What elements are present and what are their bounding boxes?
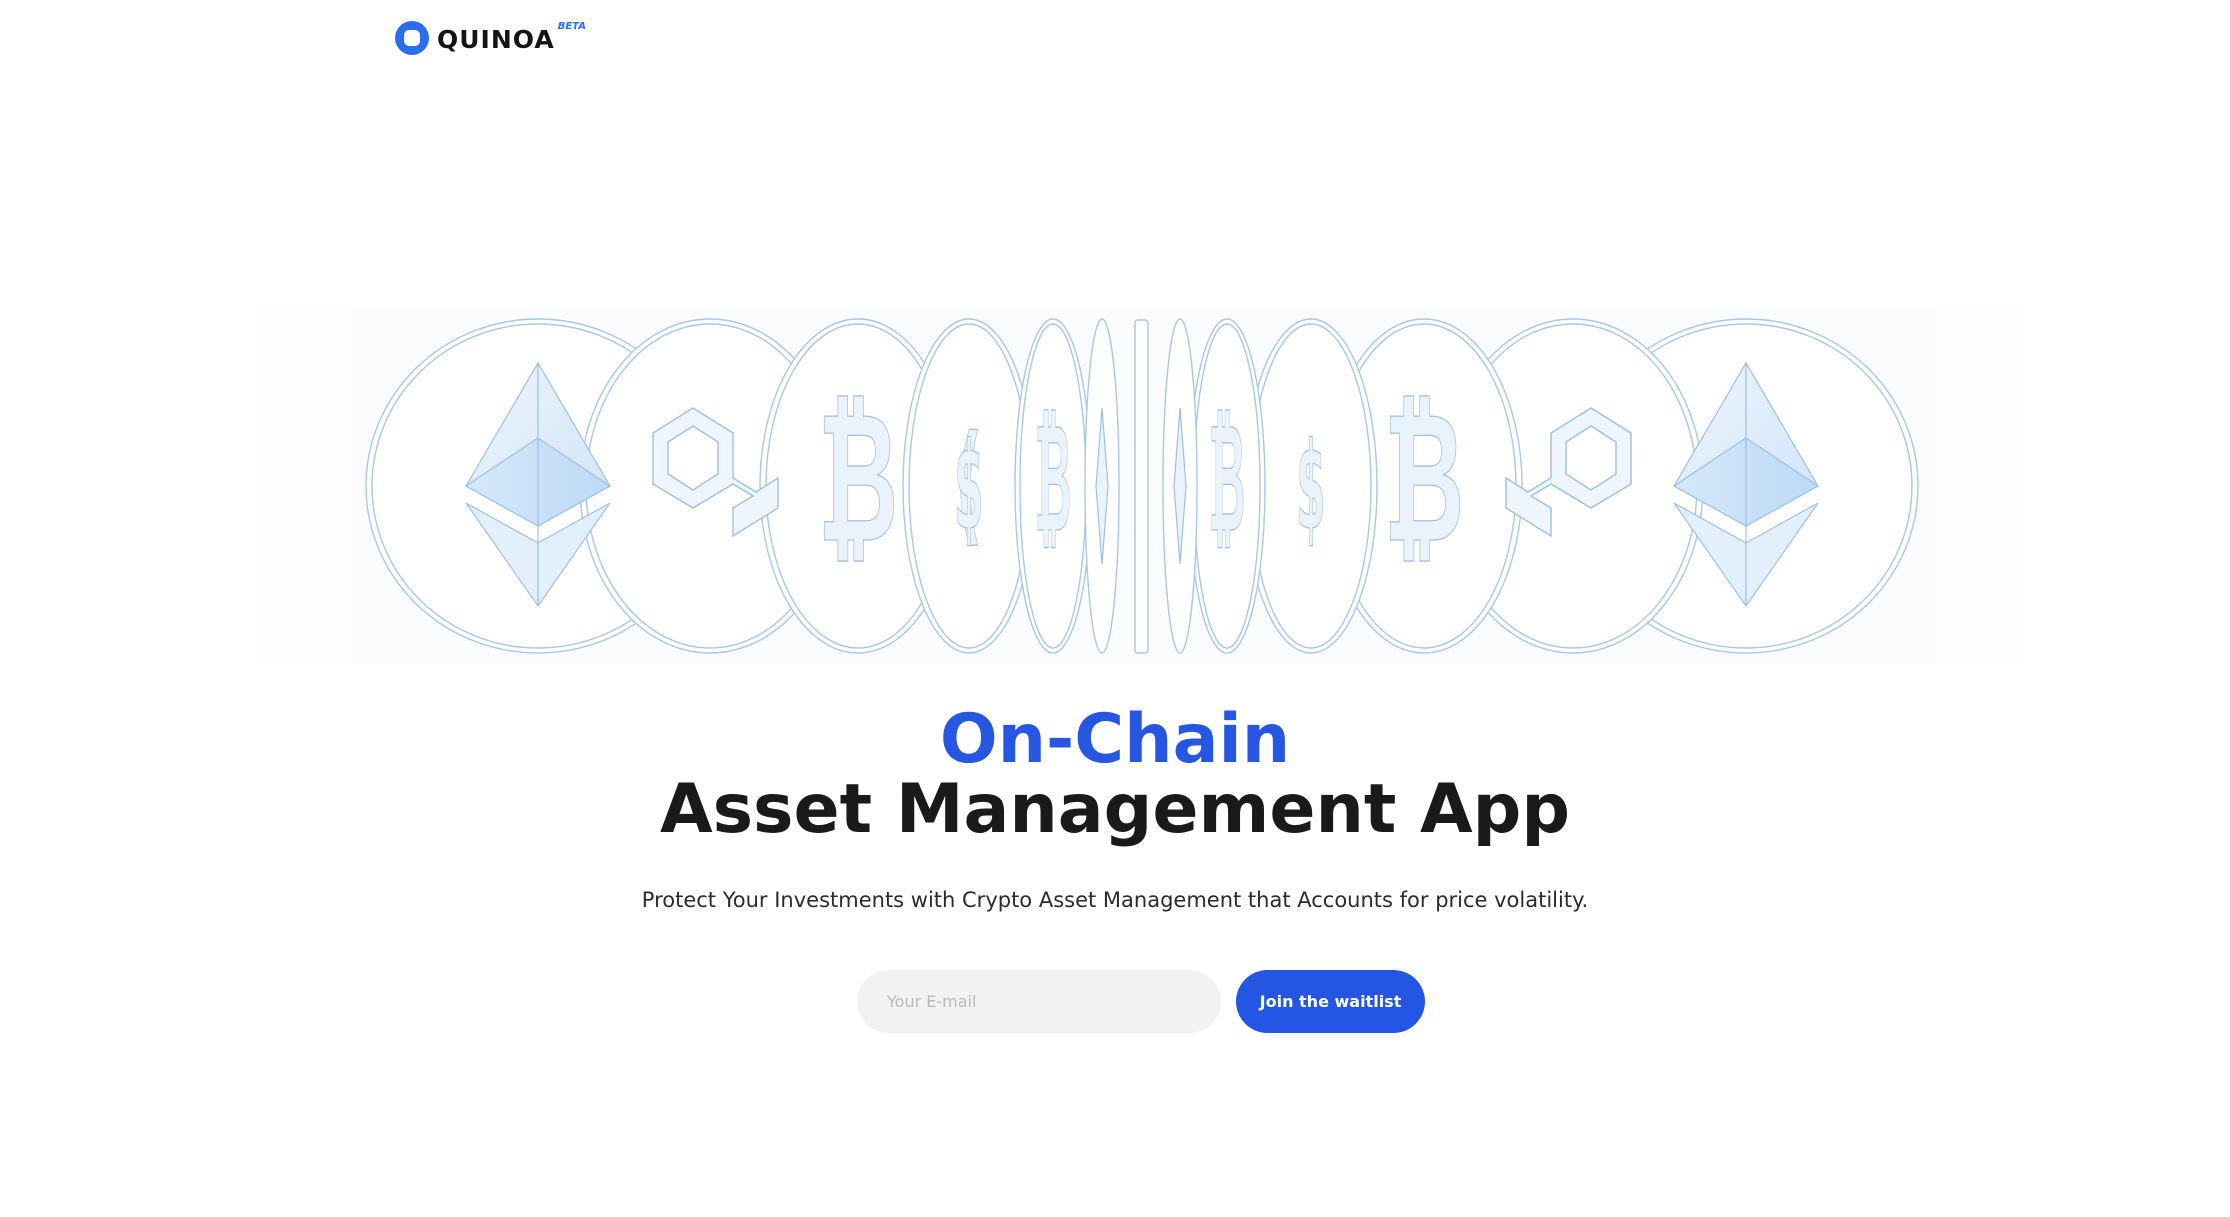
quinoa-logo-icon [395,21,429,55]
logo-text: QUINOA [437,24,555,54]
svg-text:$: $ [1296,419,1325,558]
email-input[interactable] [857,970,1221,1033]
crypto-coins-illustration: ₿ ₿ ₿ ₿ ( $ $ [238,308,2046,664]
svg-text:$: $ [954,419,983,558]
svg-text:₿: ₿ [1384,374,1465,583]
hero-subtitle: Protect Your Investments with Crypto Ass… [641,888,1589,912]
headline-main: Asset Management App [659,770,1571,849]
headline-accent: On-Chain [939,700,1291,779]
svg-text:₿: ₿ [1209,392,1246,567]
svg-text:₿: ₿ [818,374,899,583]
beta-badge: BETA [557,20,586,32]
join-waitlist-button[interactable]: Join the waitlist [1236,970,1425,1033]
waitlist-form: Join the waitlist [857,970,1425,1033]
landing-page: QUINOA BETA ₿ ₿ ₿ ₿ ($ $ On-Chain Asset… [0,0,2230,1217]
svg-text:₿: ₿ [1035,392,1072,567]
logo[interactable]: QUINOA BETA [395,18,586,58]
